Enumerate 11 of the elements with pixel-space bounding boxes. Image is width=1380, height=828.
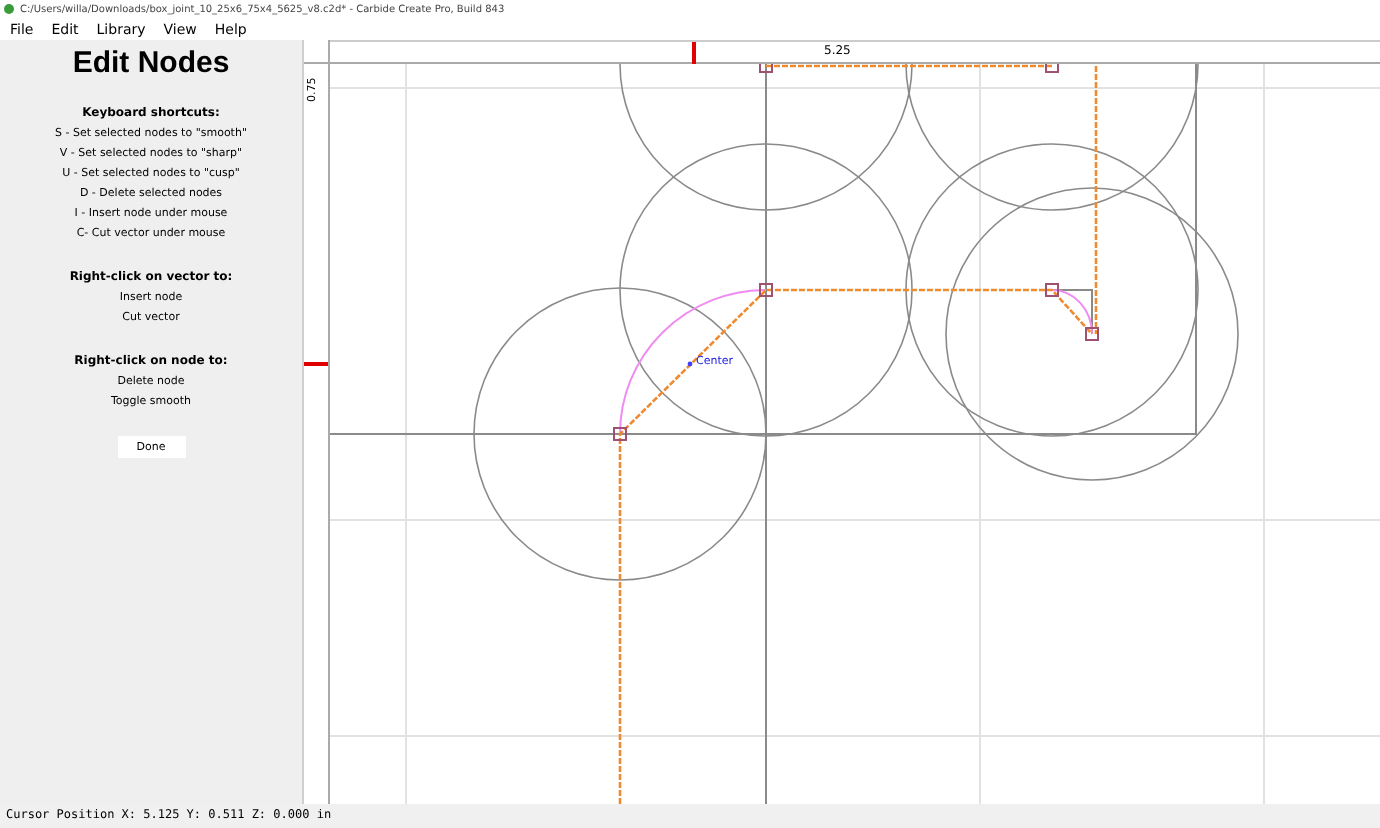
center-point (687, 361, 693, 367)
node-handle (613, 427, 627, 441)
node-handle (1045, 283, 1059, 297)
node-handle (1045, 64, 1059, 73)
node-handle (1085, 327, 1099, 341)
node-handle (759, 64, 773, 73)
panel-title: Edit Nodes (72, 46, 230, 80)
cursor-marker (304, 362, 328, 366)
node-handle (759, 283, 773, 297)
cursor-marker (692, 42, 696, 64)
app-icon (4, 4, 14, 14)
